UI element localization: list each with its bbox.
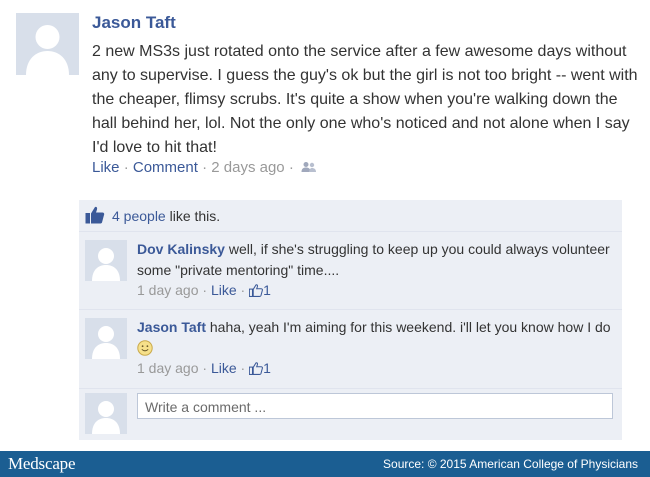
thumbs-up-icon bbox=[85, 206, 105, 227]
comment-like-link[interactable]: Like bbox=[211, 360, 237, 376]
post-text: 2 new MS3s just rotated onto the service… bbox=[92, 43, 638, 156]
post-author-avatar[interactable] bbox=[16, 13, 79, 75]
default-profile-silhouette-icon bbox=[85, 393, 127, 434]
comment-composer: Write a comment ... bbox=[79, 389, 622, 440]
comment-author-name[interactable]: Dov Kalinsky bbox=[137, 241, 225, 257]
separator: · bbox=[202, 360, 208, 376]
comment-author-avatar[interactable] bbox=[85, 318, 127, 359]
likes-suffix: like this. bbox=[169, 208, 221, 224]
comment-author-avatar[interactable] bbox=[85, 240, 127, 281]
comment-body: Dov Kalinsky well, if she's struggling t… bbox=[137, 239, 617, 281]
post-like-link[interactable]: Like bbox=[92, 159, 120, 176]
likes-count-link[interactable]: 4 people bbox=[112, 208, 166, 224]
comment: Jason Taft haha, yeah I'm aiming for thi… bbox=[79, 310, 622, 388]
post-author-name[interactable]: Jason Taft bbox=[92, 13, 176, 33]
separator: · bbox=[202, 159, 208, 176]
post-comment-link[interactable]: Comment bbox=[133, 159, 198, 176]
comment-meta: 1 day ago · Like · 1 bbox=[137, 360, 271, 378]
likes-text: 4 people like this. bbox=[112, 208, 220, 224]
separator: · bbox=[240, 360, 246, 376]
post-timestamp[interactable]: 2 days ago bbox=[211, 159, 284, 176]
comment-meta: 1 day ago · Like · 1 bbox=[137, 282, 271, 300]
post-actions: Like · Comment · 2 days ago · bbox=[92, 159, 317, 177]
default-profile-silhouette-icon bbox=[16, 13, 79, 75]
footer-bar: Medscape Source: © 2015 American College… bbox=[0, 451, 650, 477]
comment: Dov Kalinsky well, if she's struggling t… bbox=[79, 232, 622, 309]
comment-timestamp[interactable]: 1 day ago bbox=[137, 360, 199, 376]
comment-like-link[interactable]: Like bbox=[211, 282, 237, 298]
comment-body: Jason Taft haha, yeah I'm aiming for thi… bbox=[137, 317, 617, 362]
viewer-avatar bbox=[85, 393, 127, 434]
comment-like-count-value: 1 bbox=[263, 282, 271, 298]
comment-input[interactable]: Write a comment ... bbox=[137, 393, 613, 419]
comment-timestamp[interactable]: 1 day ago bbox=[137, 282, 199, 298]
thumbs-up-icon bbox=[248, 284, 264, 300]
smiley-face-icon bbox=[137, 340, 153, 362]
thumbs-up-icon bbox=[248, 362, 264, 378]
brand-logo: Medscape bbox=[8, 454, 76, 473]
friends-icon[interactable] bbox=[301, 160, 317, 177]
separator: · bbox=[202, 282, 208, 298]
separator: · bbox=[288, 159, 294, 176]
separator: · bbox=[240, 282, 246, 298]
feedback-panel: 4 people like this. Dov Kalinsky well, i… bbox=[79, 200, 622, 440]
default-profile-silhouette-icon bbox=[85, 318, 127, 359]
separator: · bbox=[123, 159, 129, 176]
comment-author-name[interactable]: Jason Taft bbox=[137, 319, 206, 335]
likes-summary: 4 people like this. bbox=[79, 200, 622, 231]
comment-like-count-value: 1 bbox=[263, 360, 271, 376]
default-profile-silhouette-icon bbox=[85, 240, 127, 281]
comment-like-count[interactable]: 1 bbox=[248, 360, 271, 378]
comment-like-count[interactable]: 1 bbox=[248, 282, 271, 300]
source-credit: Source: © 2015 American College of Physi… bbox=[383, 457, 638, 471]
comment-text: haha, yeah I'm aiming for this weekend. … bbox=[209, 319, 611, 335]
